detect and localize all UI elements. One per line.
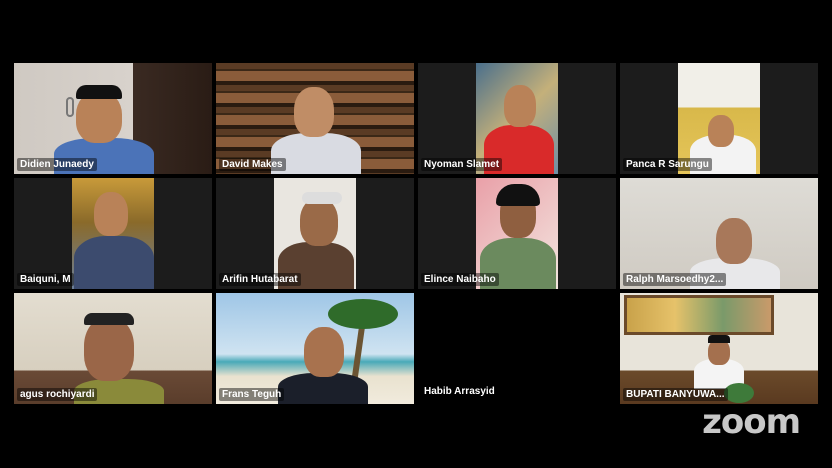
participant-name: Didien Junaedy <box>17 158 97 171</box>
participant-tile[interactable]: Elince Naibaho <box>418 178 616 289</box>
participant-name: agus rochiyardi <box>17 388 98 401</box>
participant-name: Elince Naibaho <box>421 273 499 286</box>
participant-tile-video-off[interactable]: Habib Arrasyid <box>418 293 616 404</box>
participant-tile-active-speaker[interactable]: Frans Teguh <box>216 293 414 404</box>
participant-tile[interactable]: agus rochiyardi <box>14 293 212 404</box>
participant-tile[interactable]: Baiquni, M <box>14 178 212 289</box>
participant-name: David Makes <box>219 158 286 171</box>
participant-name: Ralph Marsoedhy2... <box>623 273 727 286</box>
participant-name: BUPATI BANYUWA... <box>623 388 728 401</box>
participant-tile[interactable]: Nyoman Slamet <box>418 63 616 174</box>
participant-name: Panca R Sarungu <box>623 158 712 171</box>
participant-name: Nyoman Slamet <box>421 158 503 171</box>
participant-name: Arifin Hutabarat <box>219 273 301 286</box>
participant-tile[interactable]: Ralph Marsoedhy2... <box>620 178 818 289</box>
participant-name: Habib Arrasyid <box>424 386 495 397</box>
participant-tile[interactable]: Panca R Sarungu <box>620 63 818 174</box>
participant-tile[interactable]: Didien Junaedy <box>14 63 212 174</box>
zoom-logo: zoom <box>702 402 801 442</box>
participant-name: Baiquni, M <box>17 273 74 286</box>
participant-tile[interactable]: David Makes <box>216 63 414 174</box>
participant-tile[interactable]: Arifin Hutabarat <box>216 178 414 289</box>
video-grid: Didien Junaedy David Makes Nyoman Slamet… <box>14 63 818 405</box>
participant-tile[interactable]: BUPATI BANYUWA... <box>620 293 818 404</box>
participant-name: Frans Teguh <box>219 388 285 401</box>
